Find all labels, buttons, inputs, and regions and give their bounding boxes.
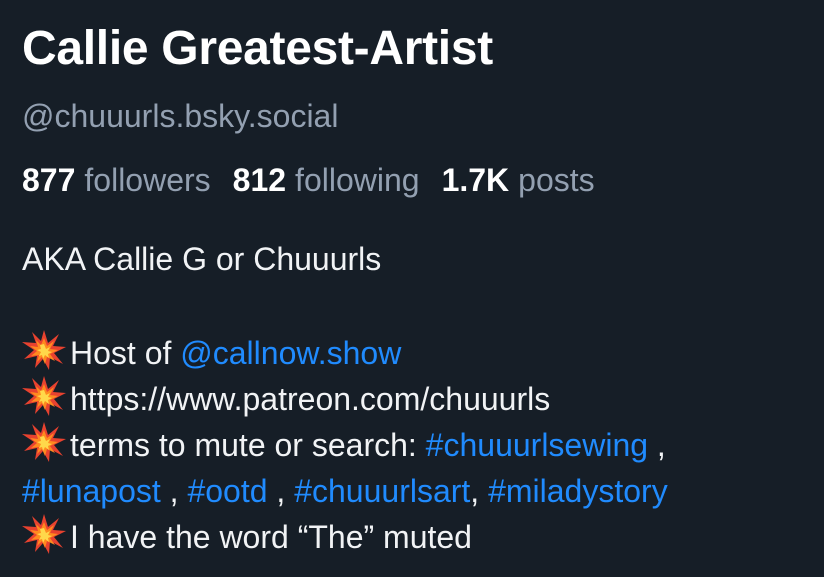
following-label: following [295, 162, 420, 198]
separator: , [267, 473, 295, 509]
followers-link[interactable]: 877 followers [22, 161, 211, 199]
hashtag-chuuurlsart[interactable]: #chuuurlsart [294, 473, 470, 509]
host-mention-link[interactable]: @callnow.show [180, 335, 401, 371]
patreon-url: https://www.patreon.com/chuuurls [70, 381, 551, 417]
posts-label: posts [518, 162, 595, 198]
followers-label: followers [84, 162, 211, 198]
bio-aka-line: AKA Callie G or Chuuurls [22, 241, 382, 277]
collision-emoji-icon [22, 376, 66, 416]
profile-stats: 877 followers 812 following 1.7K posts [22, 161, 617, 199]
bio-patreon-line: https://www.patreon.com/chuuurls [22, 376, 668, 422]
hashtag-lunapost[interactable]: #lunapost [22, 473, 161, 509]
posts-stat: 1.7K posts [442, 161, 595, 199]
terms-prefix: terms to mute or search: [70, 427, 426, 463]
hashtag-chuuurlsewing[interactable]: #chuuurlsewing [426, 427, 648, 463]
display-name: Callie Greatest-Artist [22, 22, 493, 75]
collision-emoji-icon [22, 330, 66, 370]
following-count: 812 [232, 162, 287, 198]
separator: , [470, 473, 489, 509]
profile-bio: AKA Callie G or Chuuurls Host of @callno… [22, 236, 668, 560]
separator: , [648, 427, 666, 463]
bio-host-line: Host of @callnow.show [22, 330, 668, 376]
host-prefix: Host of [70, 335, 181, 371]
profile-handle: @chuuurls.bsky.social [22, 98, 339, 134]
bio-blank-line [22, 282, 668, 330]
bio-tags-line: #lunapost , #ootd , #chuuurlsart, #milad… [22, 468, 668, 514]
bio-muted-line: I have the word “The” muted [22, 514, 668, 560]
followers-count: 877 [22, 162, 76, 198]
hashtag-miladystory[interactable]: #miladystory [488, 473, 668, 509]
posts-count: 1.7K [441, 162, 510, 198]
bio-terms-line: terms to mute or search: #chuuurlsewing … [22, 422, 668, 468]
hashtag-ootd[interactable]: #ootd [187, 473, 267, 509]
collision-emoji-icon [22, 514, 66, 554]
collision-emoji-icon [22, 422, 66, 462]
separator: , [160, 473, 188, 509]
muted-text: I have the word “The” muted [70, 519, 472, 555]
following-link[interactable]: 812 following [233, 161, 420, 199]
